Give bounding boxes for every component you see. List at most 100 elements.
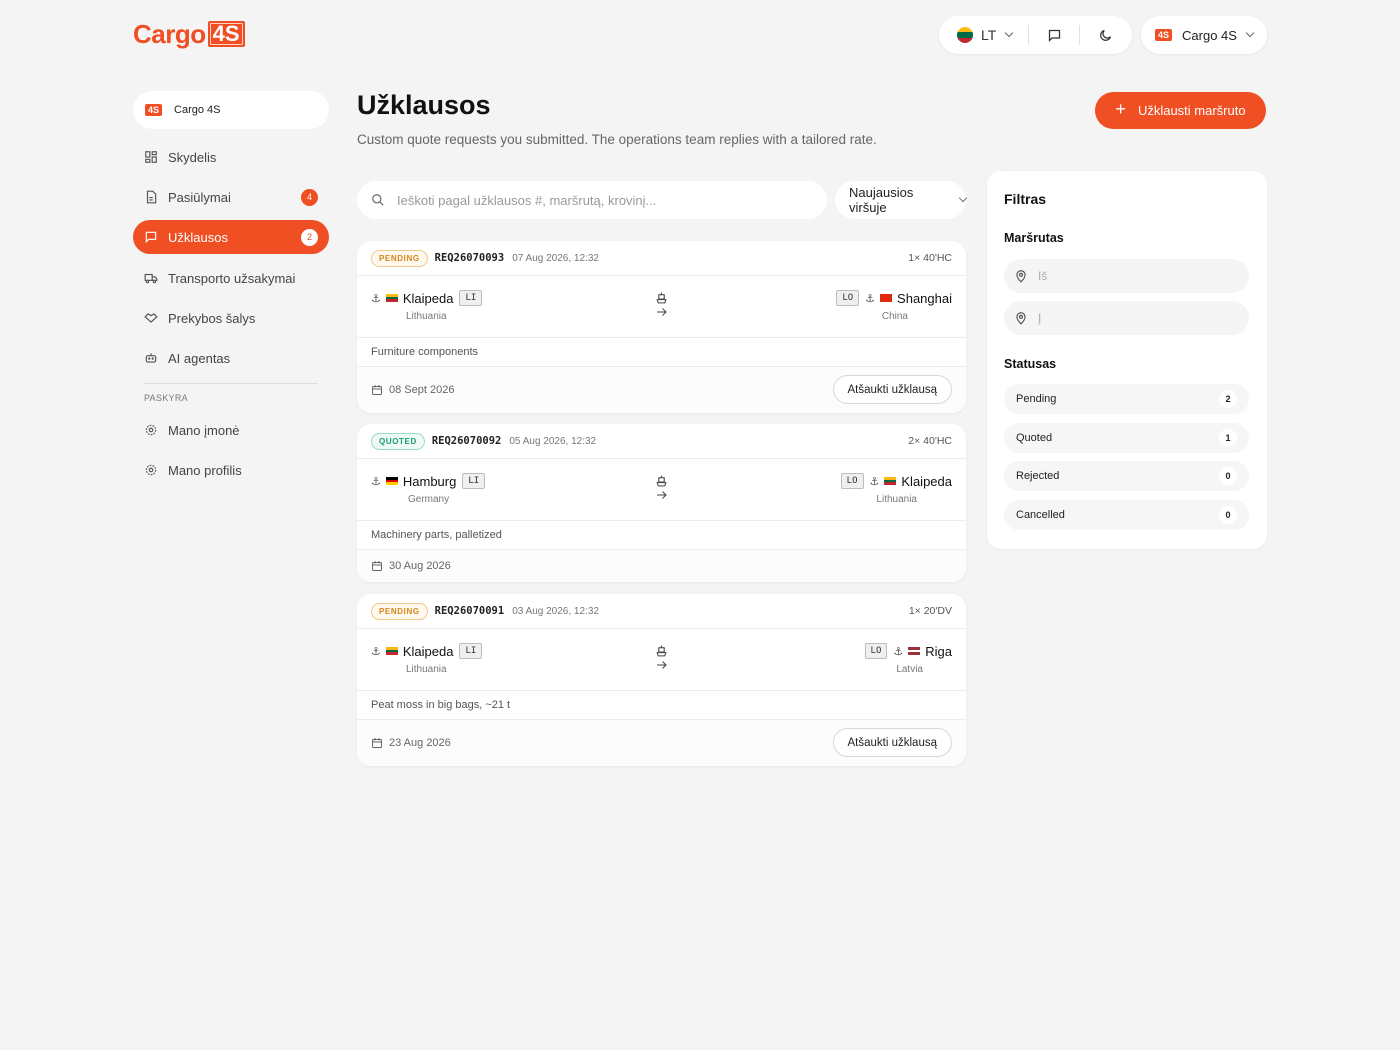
anchor-icon: ⚓ (371, 292, 381, 305)
robot-icon (145, 353, 157, 363)
status-filter-label: Statusas (1004, 357, 1057, 371)
origin-port: ⚓ Hamburg LI (371, 473, 486, 489)
location-pin-icon (1016, 312, 1026, 325)
origin-city: Klaipeda (402, 643, 454, 659)
status-name: Cancelled (1016, 509, 1065, 521)
request-card[interactable]: QUOTED REQ26070092 05 Aug 2026, 12:32 2×… (357, 424, 966, 582)
filter-panel: Filtras Maršrutas Statusas Pending 2 Quo… (987, 171, 1267, 549)
calendar-icon (372, 384, 382, 395)
messages-icon[interactable] (1045, 26, 1063, 44)
dark-mode-icon[interactable] (1096, 26, 1114, 44)
account-menu[interactable]: 4S Cargo 4S (1141, 16, 1267, 54)
port-code: LI (462, 473, 486, 489)
route-row: ⚓ Klaipeda LI Lithuania LO ⚓ Shanghai Ch… (357, 276, 966, 338)
lithuania-flag-icon (385, 647, 398, 656)
sidebar-item-label: Mano įmonė (168, 422, 240, 438)
request-card[interactable]: PENDING REQ26070093 07 Aug 2026, 12:32 1… (357, 241, 966, 413)
request-card-header: PENDING REQ26070093 07 Aug 2026, 12:32 1… (357, 241, 966, 276)
origin-country: Lithuania (406, 664, 447, 675)
route-filter-label: Maršrutas (1004, 231, 1064, 245)
cancel-request-button[interactable]: Atšaukti užklausą (832, 728, 952, 757)
status-name: Quoted (1016, 432, 1053, 444)
port-code: LI (459, 290, 483, 306)
status-count: 2 (1219, 390, 1237, 408)
anchor-icon: ⚓ (371, 475, 381, 488)
destination-city: Riga (925, 643, 952, 659)
request-id: REQ26070091 (434, 605, 505, 617)
status-filter-rejected[interactable]: Rejected 0 (1004, 461, 1249, 491)
status-count: 0 (1219, 506, 1237, 524)
sidebar-item-trade-countries[interactable]: Prekybos šalys (133, 301, 329, 335)
arrow-right-icon (656, 491, 667, 499)
sort-dropdown[interactable]: Naujausios viršuje (835, 181, 968, 219)
destination-port: LO ⚓ Shanghai (836, 290, 952, 306)
request-card-header: QUOTED REQ26070092 05 Aug 2026, 12:32 2×… (357, 424, 966, 459)
cargo-description: Furniture components (357, 338, 966, 367)
anchor-icon: ⚓ (893, 645, 904, 658)
cancel-request-button[interactable]: Atšaukti užklausą (832, 375, 952, 404)
sidebar-item-my-company[interactable]: Mano įmonė (133, 413, 329, 447)
calendar-icon (372, 560, 382, 571)
destination-port: LO ⚓ Riga (864, 643, 952, 659)
sidebar-item-label: Užklausos (168, 229, 228, 245)
sidebar-item-offers[interactable]: Pasiūlymai 4 (133, 180, 329, 214)
request-card[interactable]: PENDING REQ26070091 03 Aug 2026, 12:32 1… (357, 594, 966, 766)
status-filter-cancelled[interactable]: Cancelled 0 (1004, 500, 1249, 530)
arrow-right-icon (656, 661, 667, 669)
origin-country: Lithuania (406, 311, 447, 322)
port-code: LO (864, 643, 888, 659)
destination-city: Shanghai (897, 290, 952, 306)
port-code: LO (840, 473, 864, 489)
sidebar-item-dashboard[interactable]: Skydelis (133, 140, 329, 174)
request-id: REQ26070092 (431, 435, 502, 447)
request-card-header: PENDING REQ26070091 03 Aug 2026, 12:32 1… (357, 594, 966, 629)
sidebar-item-transport-orders[interactable]: Transporto užsakymai (133, 261, 329, 295)
page-subtitle: Custom quote requests you submitted. The… (357, 132, 877, 147)
page-title: Užklausos (357, 90, 491, 120)
request-created: 07 Aug 2026, 12:32 (512, 252, 599, 264)
search-input[interactable] (397, 192, 797, 208)
route-connector (655, 645, 668, 670)
from-filter (1004, 259, 1249, 293)
china-flag-icon (880, 294, 893, 302)
document-icon (146, 190, 157, 204)
request-id: REQ26070093 (434, 252, 505, 264)
lithuania-flag-icon (385, 294, 398, 303)
anchor-icon: ⚓ (371, 645, 381, 658)
location-pin-icon (1016, 270, 1026, 283)
port-code: LO (836, 290, 860, 306)
sidebar-item-label: Prekybos šalys (168, 310, 256, 326)
status-filter-pending[interactable]: Pending 2 (1004, 384, 1249, 414)
lithuania-flag-icon (884, 477, 897, 486)
request-route-button[interactable]: + Užklausti maršruto (1095, 92, 1266, 129)
route-connector (655, 475, 668, 500)
route-row: ⚓ Hamburg LI Germany LO ⚓ Klaipeda Lithu… (357, 459, 966, 521)
count-badge: 2 (301, 228, 318, 246)
sidebar-item-ai-agent[interactable]: AI agentas (133, 341, 329, 375)
language-selector[interactable]: LT (957, 27, 1014, 43)
port-code: LI (459, 643, 483, 659)
request-card-footer: 08 Sept 2026 Atšaukti užklausą (357, 367, 966, 412)
ready-date: 08 Sept 2026 (389, 383, 455, 396)
status-filter-quoted[interactable]: Quoted 1 (1004, 423, 1249, 453)
company-logo-badge: 4S (145, 104, 163, 116)
app-logo[interactable]: Cargo 4S (133, 19, 245, 49)
sidebar-company-switcher[interactable]: 4S Cargo 4S (133, 91, 329, 129)
sidebar-item-requests[interactable]: Užklausos 2 (133, 220, 329, 254)
sidebar-item-label: Pasiūlymai (168, 189, 231, 205)
divider (1079, 25, 1081, 45)
request-created: 03 Aug 2026, 12:32 (512, 605, 599, 617)
ship-icon (656, 475, 667, 487)
from-input[interactable] (1038, 269, 1228, 283)
divider (1028, 25, 1030, 45)
truck-icon (144, 273, 158, 284)
status-count: 1 (1219, 429, 1237, 447)
sidebar-item-my-profile[interactable]: Mano profilis (133, 453, 329, 487)
ready-date: 23 Aug 2026 (389, 736, 451, 749)
request-card-footer: 23 Aug 2026 Atšaukti užklausą (357, 720, 966, 765)
to-input[interactable] (1038, 311, 1228, 325)
origin-country: Germany (408, 494, 450, 505)
account-name: Cargo 4S (1182, 27, 1237, 43)
ship-icon (656, 292, 667, 304)
route-row: ⚓ Klaipeda LI Lithuania LO ⚓ Riga Latvia (357, 629, 966, 691)
